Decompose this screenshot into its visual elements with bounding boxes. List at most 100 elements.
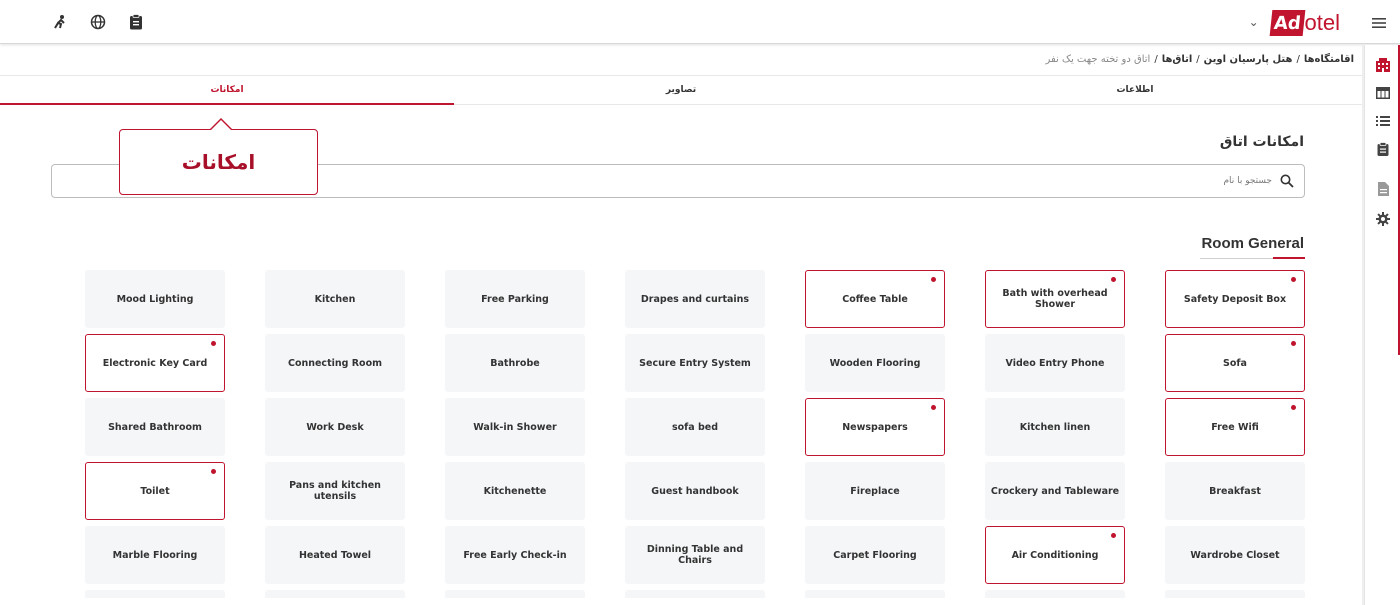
amenity-card[interactable]: Free Wifi <box>1165 398 1305 456</box>
amenity-label: Pans and kitchen utensils <box>289 480 381 502</box>
globe-icon[interactable] <box>88 12 108 32</box>
amenity-label: Safety Deposit Box <box>1183 293 1287 305</box>
amenity-card[interactable]: sofa bed <box>625 398 765 456</box>
amenity-card[interactable]: Marble Flooring <box>85 526 225 584</box>
logo-text: otel <box>1304 10 1340 35</box>
amenity-label: sofa bed <box>671 421 719 433</box>
amenity-card[interactable]: Coffee Table <box>805 270 945 328</box>
clipboard-icon[interactable] <box>126 12 146 32</box>
amenity-card[interactable]: Mood Lighting <box>85 270 225 328</box>
tab-amenities[interactable]: امکانات <box>0 76 454 105</box>
amenity-card[interactable]: Free Parking <box>445 270 585 328</box>
amenity-label: Kitchenette <box>483 485 547 497</box>
amenity-card[interactable]: Toilet <box>85 462 225 520</box>
amenity-card[interactable]: Connecting Room <box>265 334 405 392</box>
amenity-card[interactable]: Video Entry Phone <box>985 334 1125 392</box>
tab-images[interactable]: تصاویر <box>454 76 908 104</box>
amenity-label: Carpet Flooring <box>833 549 917 561</box>
amenity-card[interactable]: Shared Bathroom <box>85 398 225 456</box>
amenity-card[interactable]: Bathrobe <box>445 334 585 392</box>
amenity-label: Bath with overhead Shower <box>1002 288 1108 310</box>
amenity-card[interactable]: Wooden Flooring <box>805 334 945 392</box>
document-icon[interactable] <box>1375 181 1391 197</box>
user-run-icon[interactable] <box>50 12 70 32</box>
amenity-card[interactable]: Walk-in Shower <box>445 398 585 456</box>
amenity-card[interactable]: Breakfast <box>1165 462 1305 520</box>
amenity-card[interactable]: Sofa <box>1165 334 1305 392</box>
amenity-card-partial[interactable] <box>1165 590 1305 598</box>
amenity-card[interactable]: Air Conditioning <box>985 526 1125 584</box>
tooltip-text: امکانات <box>181 150 256 174</box>
tab-info[interactable]: اطلاعات <box>908 76 1362 104</box>
amenity-card[interactable]: Crockery and Tableware <box>985 462 1125 520</box>
callout-arrow-fill <box>211 120 231 130</box>
amenity-label: Free Parking <box>481 293 549 305</box>
hotel-icon[interactable] <box>1375 57 1391 73</box>
amenity-label: Fireplace <box>850 485 900 497</box>
clipboard-icon[interactable] <box>1375 141 1391 157</box>
amenity-card[interactable]: Safety Deposit Box <box>1165 270 1305 328</box>
breadcrumb: اقامتگاه‌ها / هتل پارسیان اوین / اتاق‌ها… <box>1045 54 1354 65</box>
amenity-card[interactable]: Kitchen linen <box>985 398 1125 456</box>
amenity-label: Wardrobe Closet <box>1190 549 1280 561</box>
amenity-card-partial[interactable] <box>625 590 765 598</box>
list-icon[interactable] <box>1375 113 1391 129</box>
amenity-card-partial[interactable] <box>265 590 405 598</box>
side-rail <box>1364 45 1400 605</box>
amenity-card[interactable]: Wardrobe Closet <box>1165 526 1305 584</box>
amenity-label: Mood Lighting <box>116 293 194 305</box>
breadcrumb-separator: / <box>1296 54 1300 65</box>
breadcrumb-separator: / <box>1154 54 1158 65</box>
amenity-label: Kitchen linen <box>1019 421 1091 433</box>
amenity-label: Air Conditioning <box>1011 549 1099 561</box>
breadcrumb-item[interactable]: اتاق‌ها <box>1162 54 1193 65</box>
tab-bar: اطلاعات تصاویر امکانات <box>0 75 1362 105</box>
breadcrumb-item[interactable]: هتل پارسیان اوین <box>1204 54 1293 65</box>
group-underline <box>1200 257 1305 259</box>
amenity-card[interactable]: Kitchen <box>265 270 405 328</box>
scrollbar[interactable] <box>1362 45 1364 605</box>
amenity-card[interactable]: Drapes and curtains <box>625 270 765 328</box>
amenity-label: Sofa <box>1223 357 1247 369</box>
group-underline-accent <box>1273 257 1305 259</box>
amenity-card[interactable]: Electronic Key Card <box>85 334 225 392</box>
hotel-switcher[interactable]: ⌄ Ad otel <box>1249 8 1340 36</box>
amenity-card[interactable]: Work Desk <box>265 398 405 456</box>
top-bar-actions <box>50 12 146 32</box>
amenity-card[interactable]: Bath with overhead Shower <box>985 270 1125 328</box>
table-icon[interactable] <box>1375 85 1391 101</box>
amenity-label: Wooden Flooring <box>829 357 921 369</box>
amenity-card[interactable]: Guest handbook <box>625 462 765 520</box>
amenity-label: Toilet <box>140 485 170 497</box>
amenity-grid: Safety Deposit Box Bath with overhead Sho… <box>85 270 1305 598</box>
amenity-card[interactable]: Kitchenette <box>445 462 585 520</box>
amenity-label: Newspapers <box>842 421 908 433</box>
amenity-label: Coffee Table <box>842 293 908 305</box>
amenity-card[interactable]: Newspapers <box>805 398 945 456</box>
search-input[interactable] <box>872 171 1272 191</box>
amenity-card-partial[interactable] <box>985 590 1125 598</box>
amenity-label: Electronic Key Card <box>102 357 208 369</box>
amenity-card[interactable]: Carpet Flooring <box>805 526 945 584</box>
amenity-card[interactable]: Fireplace <box>805 462 945 520</box>
amenity-card-partial[interactable] <box>805 590 945 598</box>
amenity-label: Connecting Room <box>287 357 383 369</box>
amenity-label: Video Entry Phone <box>1005 357 1105 369</box>
amenity-card[interactable]: Secure Entry System <box>625 334 765 392</box>
amenity-label: Kitchen <box>314 293 356 305</box>
search-icon <box>1280 173 1294 188</box>
amenity-card[interactable]: Pans and kitchen utensils <box>265 462 405 520</box>
amenity-card-partial[interactable] <box>85 590 225 598</box>
amenity-label: Secure Entry System <box>639 357 751 369</box>
hamburger-icon[interactable] <box>1372 14 1386 33</box>
amenity-card-partial[interactable] <box>445 590 585 598</box>
amenity-card[interactable]: Dinning Table and Chairs <box>625 526 765 584</box>
breadcrumb-current: اتاق دو تخته جهت یک نفر <box>1045 54 1151 65</box>
amenity-label: Dinning Table and Chairs <box>646 544 744 566</box>
gear-icon[interactable] <box>1375 211 1391 227</box>
amenity-card[interactable]: Heated Towel <box>265 526 405 584</box>
breadcrumb-item[interactable]: اقامتگاه‌ها <box>1304 54 1354 65</box>
chevron-down-icon[interactable]: ⌄ <box>1249 15 1259 29</box>
amenity-card[interactable]: Free Early Check-in <box>445 526 585 584</box>
amenity-label: Crockery and Tableware <box>990 485 1120 497</box>
